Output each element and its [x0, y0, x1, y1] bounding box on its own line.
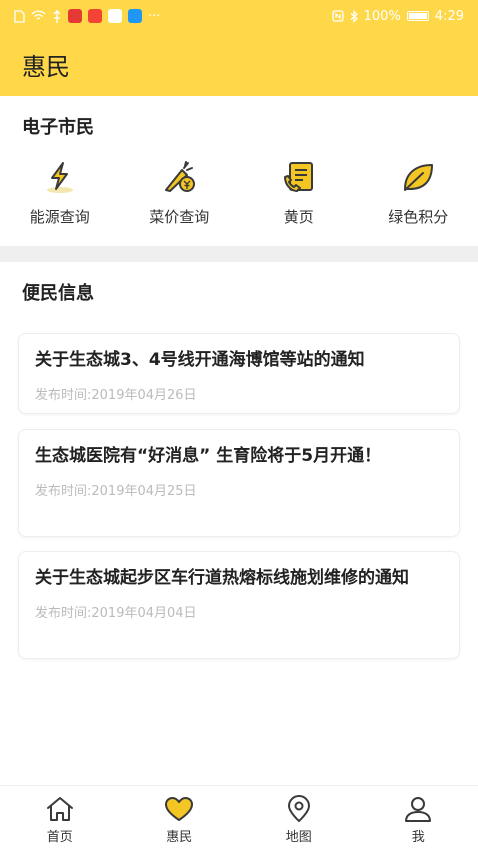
news-title: 关于生态城3、4号线开通海博馆等站的通知 [35, 346, 443, 374]
leaf-icon [401, 160, 435, 194]
section-title-e-citizen: 电子市民 [22, 113, 94, 139]
sim-icon [14, 10, 25, 23]
service-energy[interactable]: 能源查询 [0, 160, 120, 230]
service-label: 绿色积分 [388, 206, 448, 227]
section-divider [0, 246, 478, 262]
usb-icon [52, 10, 62, 23]
news-title: 关于生态城起步区车行道热熔标线施划维修的通知 [35, 564, 443, 592]
nfc-icon [332, 10, 344, 22]
news-card[interactable]: 关于生态城起步区车行道热熔标线施划维修的通知 发布时间:2019年04月04日 [18, 551, 460, 659]
status-bar: ··· 100% 4:29 [0, 0, 478, 32]
news-title: 生态城医院有“好消息” 生育险将于5月开通！ [35, 442, 443, 470]
location-icon [284, 795, 314, 823]
wifi-icon [31, 10, 46, 22]
tab-me[interactable]: 我 [359, 786, 478, 851]
tab-huimin[interactable]: 惠民 [120, 786, 240, 851]
user-icon [403, 795, 433, 823]
bottom-tab-bar: 首页 惠民 地图 我 [0, 785, 478, 851]
status-more: ··· [148, 9, 160, 24]
mail-app-icon [68, 9, 82, 23]
status-left: ··· [14, 9, 160, 24]
service-grid: 能源查询 菜价查询 黄页 绿色积分 [0, 160, 478, 230]
map-app-icon [108, 9, 122, 23]
tab-label: 地图 [286, 826, 312, 845]
carrot-price-icon [162, 160, 196, 194]
app-header: 惠民 [0, 32, 478, 96]
home-icon [45, 795, 75, 823]
tab-label: 我 [412, 826, 425, 845]
page-title: 惠民 [22, 47, 70, 82]
service-label: 黄页 [284, 206, 314, 227]
lightning-icon [43, 160, 77, 194]
news-date: 发布时间:2019年04月25日 [35, 480, 443, 499]
status-time: 4:29 [435, 9, 464, 24]
news-card[interactable]: 生态城医院有“好消息” 生育险将于5月开通！ 发布时间:2019年04月25日 [18, 429, 460, 537]
service-yellow-pages[interactable]: 黄页 [239, 160, 359, 230]
tab-home[interactable]: 首页 [0, 786, 120, 851]
heart-icon [164, 795, 194, 823]
news-card[interactable]: 关于生态城3、4号线开通海博馆等站的通知 发布时间:2019年04月26日 [18, 333, 460, 414]
battery-icon [407, 11, 429, 21]
service-green-points[interactable]: 绿色积分 [359, 160, 478, 230]
tab-label: 首页 [47, 826, 73, 845]
send-app-icon [128, 9, 142, 23]
service-vegetable-price[interactable]: 菜价查询 [120, 160, 240, 230]
service-label: 菜价查询 [149, 206, 209, 227]
phone-book-icon [282, 160, 316, 194]
news-date: 发布时间:2019年04月26日 [35, 384, 443, 403]
news-date: 发布时间:2019年04月04日 [35, 602, 443, 621]
tab-map[interactable]: 地图 [239, 786, 359, 851]
battery-percent: 100% [364, 9, 401, 24]
tab-label: 惠民 [166, 826, 192, 845]
bluetooth-icon [350, 10, 358, 23]
scissors-app-icon [88, 9, 102, 23]
section-title-convenience-info: 便民信息 [22, 279, 94, 305]
service-label: 能源查询 [30, 206, 90, 227]
status-right: 100% 4:29 [332, 9, 464, 24]
